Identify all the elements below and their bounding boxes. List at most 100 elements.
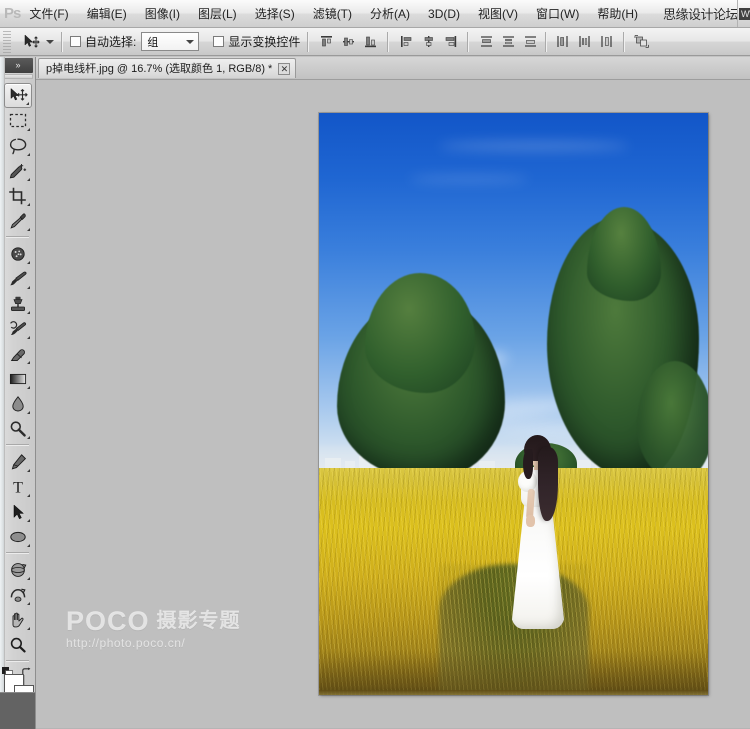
auto-align-layers-button[interactable] bbox=[632, 32, 652, 52]
auto-select-dropdown[interactable]: 组 bbox=[141, 32, 199, 51]
photo-woman-hair-side bbox=[523, 449, 533, 479]
tool-clone-stamp-flyout-indicator bbox=[27, 311, 30, 314]
tools-list: T bbox=[0, 80, 35, 729]
align-vertical-centers-button[interactable] bbox=[338, 32, 358, 52]
photo-woman-hand bbox=[526, 515, 535, 527]
tool-move[interactable] bbox=[4, 83, 32, 108]
tool-pen[interactable] bbox=[4, 449, 32, 474]
photo-field-foreground-blur bbox=[319, 651, 708, 695]
photo-cloud-1 bbox=[439, 141, 629, 151]
poco-watermark-brand: POCO bbox=[66, 607, 150, 635]
options-bar: 自动选择: 组 显示变换控件 bbox=[0, 28, 750, 56]
tool-quick-selection[interactable] bbox=[4, 158, 32, 183]
align-top-edges-button[interactable] bbox=[316, 32, 336, 52]
menu-item-file[interactable]: 文件(F) bbox=[20, 4, 77, 24]
menu-item-filter[interactable]: 滤镜(T) bbox=[304, 4, 361, 24]
tool-eyedropper[interactable] bbox=[4, 208, 32, 233]
menu-item-edit[interactable]: 编辑(E) bbox=[78, 4, 136, 24]
tool-hand[interactable] bbox=[4, 607, 32, 632]
tools-panel-grip[interactable] bbox=[2, 74, 33, 79]
move-tool-icon bbox=[21, 32, 43, 52]
distribute-horizontal-centers-button[interactable] bbox=[574, 32, 594, 52]
align-horizontal-centers-button[interactable] bbox=[418, 32, 438, 52]
tool-lasso[interactable] bbox=[4, 133, 32, 158]
tool-lasso-flyout-indicator bbox=[27, 153, 30, 156]
tool-type-flyout-indicator bbox=[27, 494, 30, 497]
menu-item-help[interactable]: 帮助(H) bbox=[588, 4, 647, 24]
tool-path-selection-flyout-indicator bbox=[27, 519, 30, 522]
options-separator-3 bbox=[387, 32, 389, 52]
svg-text:T: T bbox=[13, 479, 23, 495]
tool-dodge[interactable] bbox=[4, 416, 32, 441]
auto-select-checkbox-group[interactable]: 自动选择: bbox=[70, 33, 136, 50]
tools-divider-3 bbox=[6, 552, 29, 554]
menu-item-view[interactable]: 视图(V) bbox=[469, 4, 527, 24]
tool-3d-object-rotate-flyout-indicator bbox=[27, 577, 30, 580]
photo-cloud-2 bbox=[409, 175, 529, 183]
tool-marquee[interactable] bbox=[4, 108, 32, 133]
tool-3d-object-rotate[interactable] bbox=[4, 557, 32, 582]
tool-eyedropper-flyout-indicator bbox=[27, 228, 30, 231]
tool-path-selection[interactable] bbox=[4, 499, 32, 524]
document-tab-strip: p掉电线杆.jpg @ 16.7% (选取颜色 1, RGB/8) * ✕ bbox=[36, 57, 750, 80]
tool-dodge-flyout-indicator bbox=[27, 436, 30, 439]
tool-eraser[interactable] bbox=[4, 341, 32, 366]
menu-item-3d[interactable]: 3D(D) bbox=[419, 4, 469, 24]
options-separator-1 bbox=[61, 32, 63, 52]
auto-select-value: 组 bbox=[142, 34, 158, 50]
document-tab[interactable]: p掉电线杆.jpg @ 16.7% (选取颜色 1, RGB/8) * ✕ bbox=[38, 58, 296, 78]
auto-select-checkbox[interactable] bbox=[70, 36, 81, 47]
distribute-top-edges-button[interactable] bbox=[476, 32, 496, 52]
tool-zoom[interactable] bbox=[4, 632, 32, 657]
poco-watermark-brand-cn: 摄影专题 bbox=[157, 607, 241, 635]
menu-item-analysis[interactable]: 分析(A) bbox=[361, 4, 419, 24]
tool-preset-chevron-down-icon bbox=[46, 40, 54, 44]
menu-item-select[interactable]: 选择(S) bbox=[246, 4, 304, 24]
tool-eraser-flyout-indicator bbox=[27, 361, 30, 364]
distribute-right-edges-button[interactable] bbox=[596, 32, 616, 52]
tools-divider-1 bbox=[6, 236, 29, 238]
collapse-chevrons-icon: » bbox=[15, 60, 19, 70]
options-separator-6 bbox=[623, 32, 625, 52]
tool-crop[interactable] bbox=[4, 183, 32, 208]
tool-spot-healing-brush[interactable] bbox=[4, 241, 32, 266]
tool-3d-camera-rotate[interactable] bbox=[4, 582, 32, 607]
align-horizontal-group bbox=[396, 32, 460, 52]
menu-items: 文件(F) 编辑(E) 图像(I) 图层(L) 选择(S) 滤镜(T) 分析(A… bbox=[20, 1, 647, 27]
tool-brush[interactable] bbox=[4, 266, 32, 291]
align-vertical-group bbox=[316, 32, 380, 52]
tool-history-brush[interactable] bbox=[4, 316, 32, 341]
menu-bar: Ps 文件(F) 编辑(E) 图像(I) 图层(L) 选择(S) 滤镜(T) 分… bbox=[0, 0, 750, 28]
image-canvas[interactable] bbox=[319, 113, 708, 695]
tool-history-brush-flyout-indicator bbox=[27, 336, 30, 339]
distribute-vertical-centers-button[interactable] bbox=[498, 32, 518, 52]
show-transform-controls-checkbox[interactable] bbox=[213, 36, 224, 47]
align-bottom-edges-button[interactable] bbox=[360, 32, 380, 52]
menu-item-window[interactable]: 窗口(W) bbox=[527, 4, 588, 24]
align-left-edges-button[interactable] bbox=[396, 32, 416, 52]
menu-item-layer[interactable]: 图层(L) bbox=[189, 4, 246, 24]
distribute-bottom-edges-button[interactable] bbox=[520, 32, 540, 52]
tool-preset-picker[interactable] bbox=[21, 32, 54, 52]
tool-gradient[interactable] bbox=[4, 366, 32, 391]
photo-woman-hair-long bbox=[538, 447, 558, 521]
document-tab-close-icon[interactable]: ✕ bbox=[278, 63, 290, 75]
poco-watermark-row-brand: POCO 摄影专题 bbox=[66, 607, 266, 635]
tool-clone-stamp[interactable] bbox=[4, 291, 32, 316]
options-bar-grip[interactable] bbox=[3, 31, 11, 53]
menu-item-image[interactable]: 图像(I) bbox=[136, 4, 189, 24]
tool-type[interactable]: T bbox=[4, 474, 32, 499]
tools-panel-collapse-button[interactable]: » bbox=[2, 58, 33, 73]
photograph bbox=[319, 113, 708, 695]
options-separator-2 bbox=[307, 32, 309, 52]
tool-blur-flyout-indicator bbox=[27, 411, 30, 414]
poco-watermark-url: http://photo.poco.cn/ bbox=[66, 636, 266, 650]
tool-ellipse-shape[interactable] bbox=[4, 524, 32, 549]
document-area: p掉电线杆.jpg @ 16.7% (选取颜色 1, RGB/8) * ✕ PO… bbox=[36, 57, 750, 729]
photo-tree-far-right bbox=[637, 361, 708, 481]
align-right-edges-button[interactable] bbox=[440, 32, 460, 52]
tool-blur[interactable] bbox=[4, 391, 32, 416]
show-transform-controls-group[interactable]: 显示变换控件 bbox=[213, 33, 300, 50]
distribute-left-edges-button[interactable] bbox=[552, 32, 572, 52]
tools-panel-footer bbox=[0, 692, 35, 729]
